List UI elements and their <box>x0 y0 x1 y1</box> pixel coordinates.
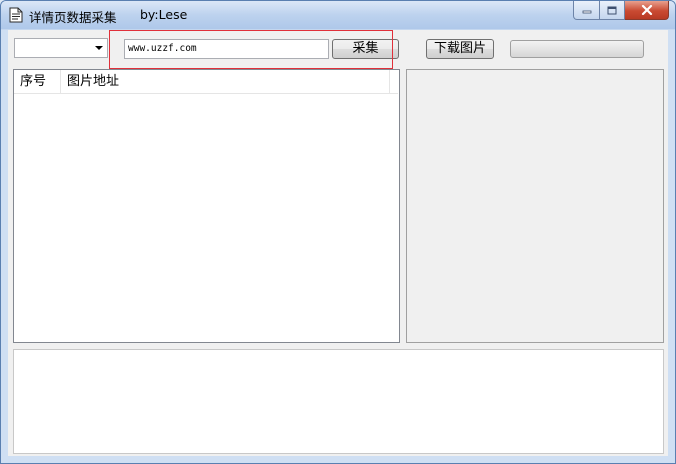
column-header-image-url[interactable]: 图片地址 <box>61 70 390 93</box>
image-preview-panel <box>406 69 664 343</box>
client-area: www.uzzf.com 采集 下载图片 序号 图片地址 <box>8 30 668 456</box>
window-controls <box>573 1 669 20</box>
download-images-button[interactable]: 下载图片 <box>426 39 494 59</box>
progress-bar <box>510 40 644 58</box>
maximize-icon <box>607 6 617 14</box>
maximize-button[interactable] <box>600 1 625 20</box>
column-header-index[interactable]: 序号 <box>14 70 61 93</box>
chevron-down-icon[interactable] <box>95 46 103 50</box>
window-author: by:Lese <box>140 7 188 22</box>
app-window: 详情页数据采集 by:Lese www.uzzf.com 采集 下载图片 序号 … <box>0 0 676 464</box>
document-icon <box>9 7 23 23</box>
list-header: 序号 图片地址 <box>14 70 398 94</box>
window-title: 详情页数据采集 <box>29 10 117 25</box>
log-textarea[interactable] <box>13 349 664 454</box>
close-icon <box>641 5 652 15</box>
title-bar[interactable]: 详情页数据采集 by:Lese <box>1 1 675 29</box>
close-button[interactable] <box>625 1 669 20</box>
site-select[interactable] <box>14 38 108 58</box>
image-url-list[interactable]: 序号 图片地址 <box>13 69 400 343</box>
minimize-button[interactable] <box>573 1 600 20</box>
highlight-annotation <box>109 30 393 69</box>
minimize-icon <box>582 10 591 14</box>
